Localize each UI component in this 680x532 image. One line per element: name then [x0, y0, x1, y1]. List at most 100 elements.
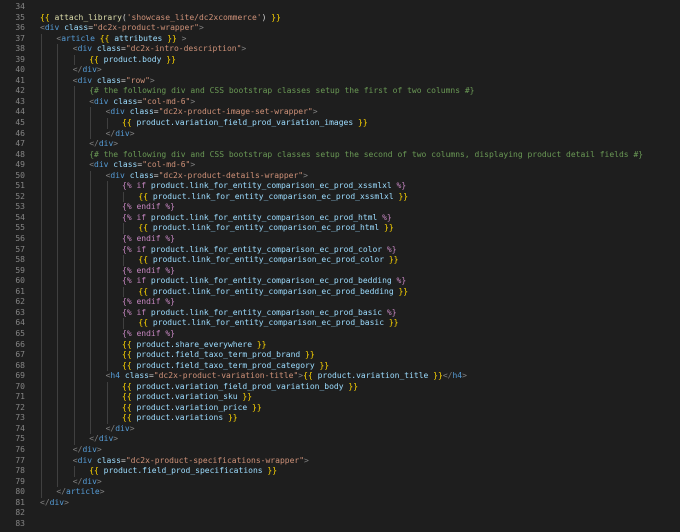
code-line[interactable]: 71 {{ product.variation_sku }}: [0, 392, 680, 403]
code-text: {% if product.link_for_entity_comparison…: [122, 245, 397, 256]
code-token: }}: [384, 318, 399, 328]
indent-guide: [73, 212, 75, 224]
code-line[interactable]: 65 {% endif %}: [0, 328, 680, 340]
code-text: </div>: [73, 477, 102, 488]
code-line[interactable]: 66 {{ product.share_everywhere }}: [0, 339, 680, 351]
code-token: </: [40, 497, 50, 507]
code-text: <div class="row">: [73, 76, 155, 87]
code-token: >: [190, 96, 196, 106]
code-line[interactable]: 42 {# the following div and CSS bootstrap…: [0, 86, 680, 97]
code-line[interactable]: 79 </div>: [0, 476, 680, 488]
code-line[interactable]: 35 {{ attach_library('showcase_lite/dc2xc…: [0, 13, 680, 24]
code-line[interactable]: 61 {{ product.link_for_entity_comparison_…: [0, 286, 680, 298]
indent-guide: [106, 339, 108, 351]
code-line[interactable]: 53 {% endif %}: [0, 202, 680, 213]
indent-guide: [73, 434, 75, 445]
indent-guide: [57, 234, 59, 245]
code-token: if: [136, 276, 151, 286]
line-number: 49: [15, 160, 25, 170]
code-line[interactable]: 82: [0, 508, 680, 519]
code-line[interactable]: 78 {{ product.field_prod_specifications }…: [0, 466, 680, 477]
code-line[interactable]: 48 {# the following div and CSS bootstrap…: [0, 149, 680, 161]
code-line[interactable]: 52 {{ product.link_for_entity_comparison_…: [0, 191, 680, 203]
indent-guide: [90, 413, 92, 424]
code-line[interactable]: 75 </div>: [0, 434, 680, 445]
indent-guide: [90, 286, 92, 298]
code-line[interactable]: 63 {% if product.link_for_entity_comparis…: [0, 307, 680, 319]
code-line[interactable]: 50 <div class="dc2x-product-details-wrapp…: [0, 170, 680, 182]
code-line[interactable]: 54 {% if product.link_for_entity_comparis…: [0, 212, 680, 224]
code-line[interactable]: 72 {{ product.variation_price }}: [0, 402, 680, 414]
indent-guide: [73, 276, 75, 287]
indent-guide: [73, 381, 75, 393]
code-lines[interactable]: 34 35 {{ attach_library('showcase_lite/dc2…: [0, 2, 680, 529]
indent-guide: [73, 181, 75, 192]
code-token: }}: [162, 33, 177, 43]
code-line[interactable]: 49 <div class="col-md-6">: [0, 160, 680, 171]
code-line[interactable]: 46 </div>: [0, 128, 680, 140]
code-line[interactable]: 57 {% if product.link_for_entity_comparis…: [0, 244, 680, 256]
code-line[interactable]: 44 <div class="dc2x-product-image-set-wra…: [0, 107, 680, 119]
indent-guide: [57, 276, 59, 287]
code-line[interactable]: 70 {{ product.variation_field_prod_variat…: [0, 381, 680, 393]
code-line[interactable]: 80 </article>: [0, 487, 680, 498]
code-line[interactable]: 45 {{ product.variation_field_prod_variat…: [0, 118, 680, 129]
indent-guide: [90, 265, 92, 277]
code-token: {{: [138, 191, 153, 201]
code-token: product.variation_field_prod_variation_i…: [136, 118, 354, 128]
indent-guide: [57, 476, 59, 488]
code-token: {% endif %}: [122, 234, 175, 244]
indent-guide: [57, 328, 59, 340]
indent-guide: [57, 434, 59, 445]
code-line[interactable]: 38 <div class="dc2x-intro-description">: [0, 44, 680, 55]
code-line[interactable]: 37 <article {{ attributes }} >: [0, 33, 680, 45]
code-line[interactable]: 76 </div>: [0, 444, 680, 456]
code-line[interactable]: 43 <div class="col-md-6">: [0, 96, 680, 108]
code-line[interactable]: 74 </div>: [0, 423, 680, 435]
code-line[interactable]: 59 {% endif %}: [0, 265, 680, 277]
code-text: <div class="dc2x-product-wrapper">: [40, 23, 204, 34]
code-token: >: [113, 434, 119, 444]
indent-guide: [90, 423, 92, 435]
indent-guide: [73, 107, 75, 119]
code-line[interactable]: 69 <h4 class="dc2x-product-variation-titl…: [0, 371, 680, 382]
code-line[interactable]: 64 {{ product.link_for_entity_comparison_…: [0, 318, 680, 329]
code-token: h4: [110, 371, 121, 381]
indent-guide: [57, 107, 59, 119]
indent-guide: [90, 402, 92, 414]
code-line[interactable]: 73 {{ product.variations }}: [0, 413, 680, 424]
code-line[interactable]: 47 </div>: [0, 139, 680, 150]
line-number: 83: [15, 518, 25, 528]
code-line[interactable]: 34: [0, 2, 680, 13]
code-text: {% endif %}: [122, 202, 175, 213]
indent-guide: [90, 360, 92, 372]
line-number: 50: [15, 170, 25, 180]
code-line[interactable]: 36 <div class="dc2x-product-wrapper">: [0, 23, 680, 34]
indent-guide: [106, 318, 108, 329]
code-line[interactable]: 60 {% if product.link_for_entity_comparis…: [0, 276, 680, 287]
code-text: {{ product.share_everywhere }}: [122, 340, 267, 351]
code-line[interactable]: 58 {{ product.link_for_entity_comparison_…: [0, 255, 680, 266]
code-line[interactable]: 51 {% if product.link_for_entity_comparis…: [0, 181, 680, 192]
code-line[interactable]: 62 {% endif %}: [0, 297, 680, 308]
code-line[interactable]: 77 <div class="dc2x-product-specification…: [0, 455, 680, 467]
code-token: >: [113, 139, 119, 149]
code-token: }}: [314, 360, 330, 370]
code-line[interactable]: 39 {{ product.body }}: [0, 54, 680, 66]
indent-guide: [41, 381, 42, 393]
indent-guide: [106, 286, 108, 298]
code-token: product.link_for_entity_comparison_ec_pr…: [150, 276, 392, 286]
code-line[interactable]: 83: [0, 519, 680, 530]
code-editor[interactable]: 34 35 {{ attach_library('showcase_lite/dc2…: [0, 0, 680, 532]
code-line[interactable]: 68 {{ product.field_taxo_term_prod_catego…: [0, 360, 680, 372]
code-text: {% if product.link_for_entity_comparison…: [122, 308, 397, 319]
line-number: 75: [15, 434, 25, 444]
code-token: if: [136, 212, 151, 222]
code-line[interactable]: 67 {{ product.field_taxo_term_prod_brand …: [0, 350, 680, 361]
code-line[interactable]: 56 {% endif %}: [0, 234, 680, 245]
code-line[interactable]: 40 </div>: [0, 65, 680, 76]
code-line[interactable]: 55 {{ product.link_for_entity_comparison_…: [0, 223, 680, 235]
code-line[interactable]: 81 </div>: [0, 498, 680, 509]
code-line[interactable]: 41 <div class="row">: [0, 75, 680, 87]
line-number: 64: [15, 318, 25, 328]
